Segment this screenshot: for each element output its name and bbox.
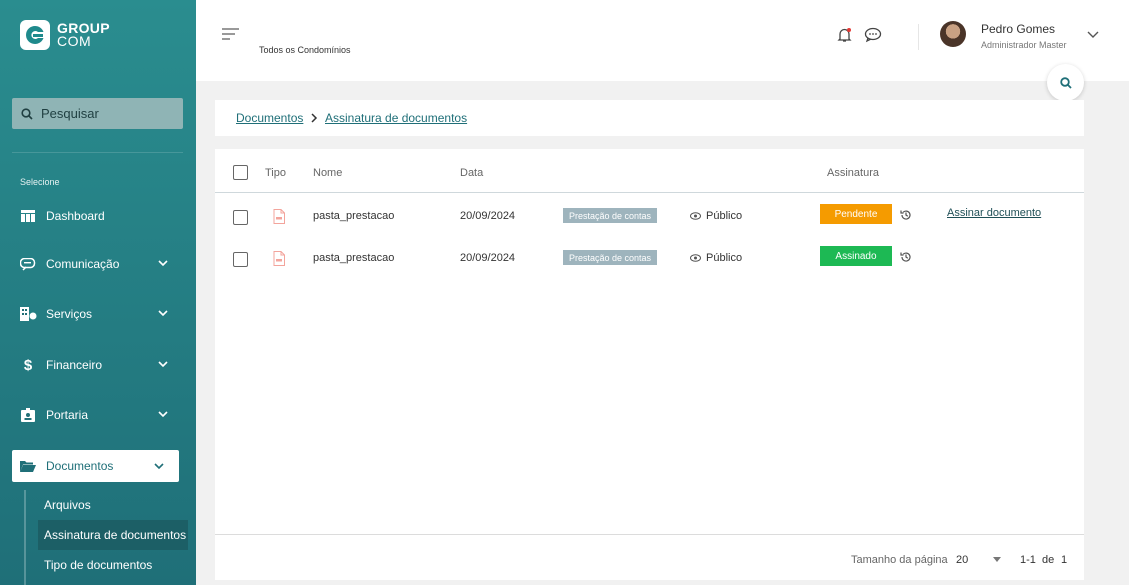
sidebar-item-dashboard[interactable]: Dashboard (12, 201, 183, 231)
page-of-label: de (1042, 554, 1055, 566)
sidebar-search[interactable] (12, 98, 183, 129)
chat-bubble-icon (19, 255, 37, 273)
sidebar-item-label: Documentos (46, 459, 114, 473)
folder-open-icon (19, 457, 37, 475)
sidebar: GROUP COM Selecione Dashboard Comunicaçã… (0, 0, 196, 585)
history-icon[interactable] (900, 209, 912, 221)
cell-date: 20/09/2024 (460, 252, 516, 264)
chevron-down-icon (154, 463, 164, 470)
category-tag: Prestação de contas (563, 250, 658, 265)
history-icon[interactable] (900, 251, 912, 263)
select-all-checkbox[interactable] (233, 165, 248, 180)
column-header-type[interactable]: Tipo (265, 167, 286, 179)
visibility-text: Público (706, 210, 743, 222)
sidebar-item-portaria[interactable]: Portaria (12, 400, 183, 430)
page-size-label: Tamanho da página (851, 554, 948, 566)
chevron-right-icon (311, 113, 318, 123)
sidebar-search-input[interactable] (41, 106, 171, 121)
dashboard-icon (19, 207, 37, 225)
row-checkbox[interactable] (233, 252, 248, 267)
avatar[interactable] (940, 21, 966, 47)
chevron-down-icon (158, 260, 168, 267)
breadcrumb: Documentos Assinatura de documentos (215, 100, 1084, 136)
chat-icon[interactable] (864, 27, 882, 43)
table-header-divider (215, 192, 1084, 193)
pdf-file-icon (273, 209, 285, 224)
sidebar-item-label: Serviços (46, 307, 93, 321)
user-name: Pedro Gomes (981, 22, 1056, 36)
documents-table: Tipo Nome Data Assinatura pasta_prestaca… (215, 149, 1084, 580)
category-tag: Prestação de contas (563, 208, 658, 223)
visibility-label: Público (690, 252, 742, 264)
sidebar-divider (12, 152, 183, 153)
submenu-item-assinatura[interactable]: Assinatura de documentos (38, 520, 188, 550)
visibility-text: Público (706, 252, 743, 264)
brand-logo[interactable]: GROUP COM (20, 20, 110, 50)
search-icon (1059, 76, 1072, 89)
submenu-line (24, 490, 26, 585)
search-icon (21, 107, 33, 120)
pdf-file-icon (273, 251, 285, 266)
eye-icon (690, 212, 701, 220)
visibility-label: Público (690, 210, 742, 222)
sign-document-link[interactable]: Assinar documento (947, 207, 1041, 219)
caret-down-icon[interactable] (993, 557, 1001, 563)
building-icon (19, 305, 37, 323)
breadcrumb-documentos-link[interactable]: Documentos (236, 111, 303, 125)
sidebar-item-servicos[interactable]: Serviços (12, 299, 183, 329)
row-checkbox[interactable] (233, 210, 248, 225)
condominium-selector[interactable]: Todos os Condomínios (259, 45, 351, 55)
sidebar-item-label: Financeiro (46, 358, 103, 372)
cell-name: pasta_prestacao (313, 210, 395, 222)
cell-name: pasta_prestacao (313, 252, 395, 264)
page-size-select[interactable]: 20 (956, 554, 968, 566)
user-role: Administrador Master (981, 40, 1067, 50)
search-button[interactable] (1047, 64, 1084, 101)
sidebar-item-comunicacao[interactable]: Comunicação (12, 249, 183, 279)
column-header-signature[interactable]: Assinatura (827, 167, 879, 179)
groupcom-logo-icon (20, 20, 50, 50)
sidebar-item-financeiro[interactable]: $ Financeiro (12, 350, 183, 380)
breadcrumb-current-link[interactable]: Assinatura de documentos (325, 111, 467, 125)
sidebar-item-documentos[interactable]: Documentos (12, 450, 179, 482)
menu-icon[interactable] (222, 28, 239, 42)
bell-icon[interactable] (837, 27, 853, 43)
eye-icon (690, 254, 701, 262)
chevron-down-icon (158, 310, 168, 317)
sidebar-item-label: Comunicação (46, 257, 120, 271)
chevron-down-icon[interactable] (1086, 27, 1100, 41)
header-divider (918, 24, 919, 50)
status-badge: Pendente (820, 204, 892, 224)
cell-date: 20/09/2024 (460, 210, 516, 222)
page-range: 1-1 (1020, 554, 1036, 566)
badge-id-icon (19, 406, 37, 424)
submenu-item-arquivos[interactable]: Arquivos (38, 490, 91, 520)
sidebar-item-label: Portaria (46, 408, 89, 422)
column-header-date[interactable]: Data (460, 167, 483, 179)
dollar-icon: $ (23, 356, 33, 374)
section-label: Selecione (20, 177, 60, 187)
brand-text: GROUP COM (57, 21, 110, 49)
chevron-down-icon (158, 411, 168, 418)
page-total: 1 (1061, 554, 1068, 566)
top-header: Todos os Condomínios Pedro Gomes Adminis… (196, 0, 1129, 81)
chevron-down-icon (158, 361, 168, 368)
status-badge: Assinado (820, 246, 892, 266)
submenu-item-tipo[interactable]: Tipo de documentos (38, 550, 152, 580)
table-footer-divider (215, 534, 1084, 535)
brand-line2: COM (57, 33, 92, 49)
column-header-name[interactable]: Nome (313, 167, 342, 179)
sidebar-item-label: Dashboard (46, 209, 105, 223)
